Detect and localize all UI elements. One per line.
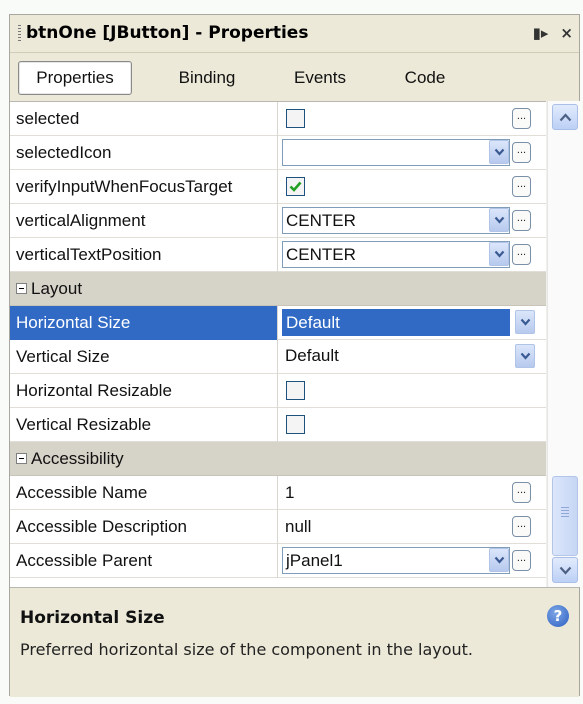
- property-text-value[interactable]: 1: [285, 476, 294, 509]
- scroll-down-icon[interactable]: [552, 557, 578, 583]
- property-combo[interactable]: Default: [282, 309, 510, 336]
- property-value-cell: jPanel1...: [278, 544, 546, 578]
- property-value-cell: null...: [278, 510, 546, 544]
- property-row[interactable]: verticalAlignment CENTER...: [10, 204, 546, 238]
- property-row[interactable]: Vertical Size Default: [10, 340, 546, 374]
- property-name[interactable]: Vertical Size: [10, 340, 278, 374]
- property-name[interactable]: Accessible Parent: [10, 544, 278, 578]
- category-label: Layout: [31, 279, 83, 298]
- dropdown-arrow-icon[interactable]: [489, 242, 509, 266]
- tab-binding[interactable]: Binding: [162, 61, 252, 95]
- property-row[interactable]: Accessible Name 1...: [10, 476, 546, 510]
- category-accessibility[interactable]: Accessibility: [10, 442, 546, 476]
- property-name[interactable]: selectedIcon: [10, 136, 278, 170]
- scroll-up-icon[interactable]: [552, 104, 578, 130]
- property-row[interactable]: selected...: [10, 102, 546, 136]
- dock-icon[interactable]: ▮▸: [533, 24, 549, 42]
- dropdown-arrow-icon[interactable]: [489, 208, 509, 232]
- property-value-cell: Default: [278, 306, 546, 340]
- vertical-scrollbar[interactable]: [547, 101, 580, 587]
- property-name[interactable]: Horizontal Size: [10, 306, 278, 340]
- dropdown-arrow-icon[interactable]: [515, 344, 535, 368]
- property-value-cell: 1...: [278, 476, 546, 510]
- property-row[interactable]: Horizontal Size Default: [10, 306, 546, 340]
- property-value-cell: CENTER...: [278, 238, 546, 272]
- property-value-cell: Default: [278, 340, 546, 374]
- dropdown-arrow-icon[interactable]: [515, 310, 535, 334]
- ellipsis-icon[interactable]: ...: [512, 550, 531, 571]
- category-header: Accessibility: [16, 442, 124, 475]
- property-name[interactable]: verticalTextPosition: [10, 238, 278, 272]
- property-row[interactable]: verticalTextPosition CENTER...: [10, 238, 546, 272]
- property-combo[interactable]: Default: [282, 343, 510, 370]
- property-value-cell: CENTER...: [278, 204, 546, 238]
- ellipsis-icon[interactable]: ...: [512, 210, 531, 231]
- property-checkbox[interactable]: [286, 109, 305, 128]
- property-name[interactable]: verticalAlignment: [10, 204, 278, 238]
- window-title: btnOne [JButton] - Properties: [26, 23, 309, 43]
- collapse-icon[interactable]: [16, 453, 27, 464]
- property-checkbox[interactable]: [286, 177, 305, 196]
- ellipsis-icon[interactable]: ...: [512, 482, 531, 503]
- property-name[interactable]: Horizontal Resizable: [10, 374, 278, 408]
- tab-events[interactable]: Events: [275, 61, 365, 95]
- property-name[interactable]: Vertical Resizable: [10, 408, 278, 442]
- category-label: Accessibility: [31, 449, 124, 468]
- tab-properties[interactable]: Properties: [18, 61, 132, 95]
- property-combo[interactable]: CENTER: [282, 207, 510, 234]
- property-text-value[interactable]: null: [285, 510, 311, 543]
- property-row[interactable]: Accessible Parent jPanel1...: [10, 544, 546, 578]
- close-icon[interactable]: ×: [560, 24, 573, 42]
- property-value-cell: ...: [278, 102, 546, 136]
- property-grid: selected... selectedIcon... verifyInputWhe…: [10, 101, 546, 587]
- grip-handle[interactable]: [18, 25, 21, 43]
- property-value-cell: [278, 374, 546, 408]
- ellipsis-icon[interactable]: ...: [512, 176, 531, 197]
- ellipsis-icon[interactable]: ...: [512, 244, 531, 265]
- property-row[interactable]: Accessible Description null...: [10, 510, 546, 544]
- title-bar: btnOne [JButton] - Properties ▮▸ ×: [10, 15, 579, 53]
- properties-window: btnOne [JButton] - Properties ▮▸ × Prope…: [9, 14, 580, 697]
- tab-bar: Properties Binding Events Code: [10, 53, 579, 101]
- category-header: Layout: [16, 272, 82, 305]
- tab-code[interactable]: Code: [390, 61, 460, 95]
- property-combo[interactable]: jPanel1: [282, 547, 510, 574]
- property-name[interactable]: Accessible Name: [10, 476, 278, 510]
- property-name[interactable]: selected: [10, 102, 278, 136]
- property-row[interactable]: Horizontal Resizable: [10, 374, 546, 408]
- ellipsis-icon[interactable]: ...: [512, 142, 531, 163]
- property-row[interactable]: Vertical Resizable: [10, 408, 546, 442]
- property-row[interactable]: selectedIcon...: [10, 136, 546, 170]
- category-layout[interactable]: Layout: [10, 272, 546, 306]
- collapse-icon[interactable]: [16, 283, 27, 294]
- dropdown-arrow-icon[interactable]: [489, 548, 509, 572]
- property-combo[interactable]: CENTER: [282, 241, 510, 268]
- dropdown-arrow-icon[interactable]: [489, 140, 509, 164]
- property-combo[interactable]: [282, 139, 510, 166]
- scroll-thumb[interactable]: [552, 476, 578, 556]
- description-panel: Horizontal Size ? Preferred horizontal s…: [10, 587, 579, 697]
- help-icon[interactable]: ?: [547, 605, 569, 627]
- property-value-cell: [278, 408, 546, 442]
- property-value-cell: ...: [278, 136, 546, 170]
- property-name[interactable]: verifyInputWhenFocusTarget: [10, 170, 278, 204]
- property-checkbox[interactable]: [286, 381, 305, 400]
- ellipsis-icon[interactable]: ...: [512, 108, 531, 129]
- description-text: Preferred horizontal size of the compone…: [20, 640, 473, 659]
- description-title: Horizontal Size: [20, 608, 165, 628]
- ellipsis-icon[interactable]: ...: [512, 516, 531, 537]
- check-icon: [289, 181, 302, 192]
- property-name[interactable]: Accessible Description: [10, 510, 278, 544]
- property-value-cell: ...: [278, 170, 546, 204]
- property-checkbox[interactable]: [286, 415, 305, 434]
- property-row[interactable]: verifyInputWhenFocusTarget...: [10, 170, 546, 204]
